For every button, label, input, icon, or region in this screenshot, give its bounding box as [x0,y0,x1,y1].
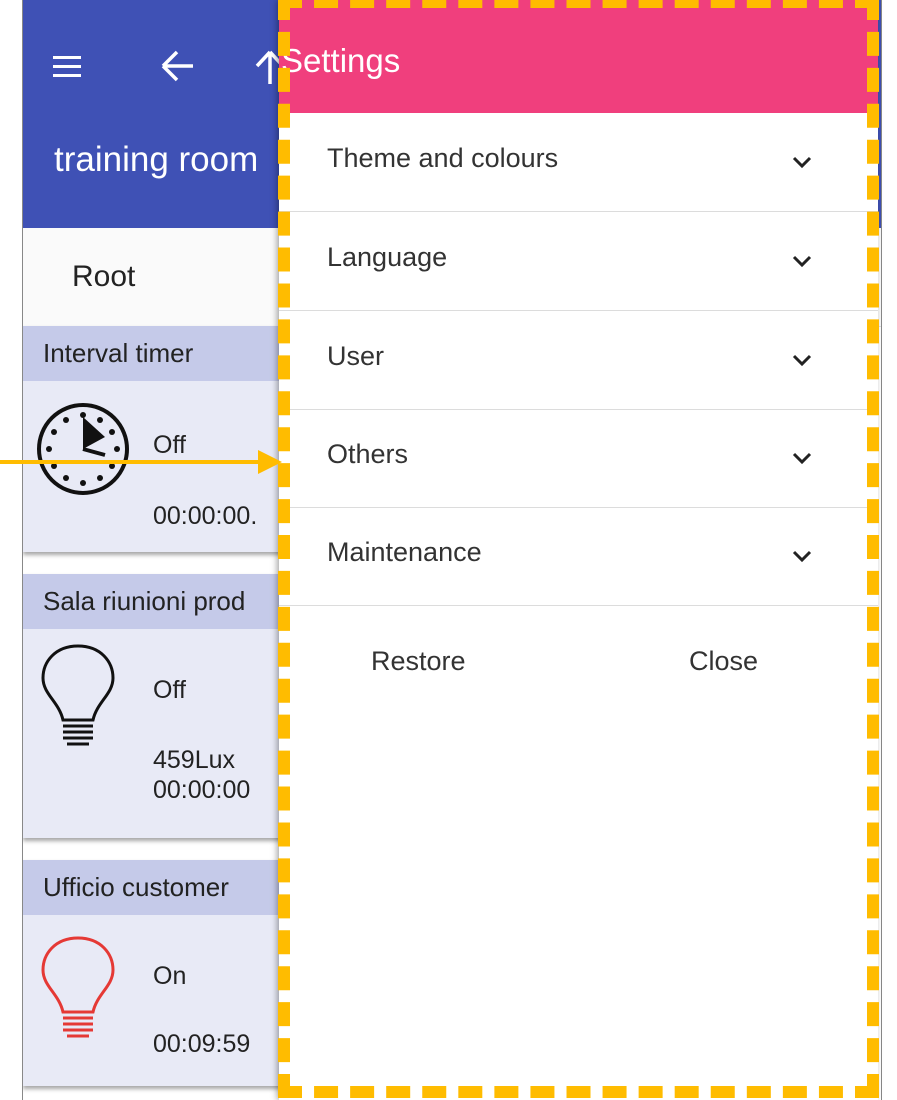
menu-icon[interactable] [53,56,81,78]
card-value: 00:00:00 [153,776,251,804]
section-label: Others [327,439,409,469]
section-language[interactable]: Language [279,212,878,311]
settings-panel: Settings Theme and colours Language User… [279,0,878,1100]
section-theme-and-colours[interactable]: Theme and colours [279,113,878,212]
device-card-sala-riunioni[interactable]: Sala riunioni prod Off 459Lux 00:00:00 [23,574,283,838]
chevron-down-icon [792,550,812,563]
settings-title: Settings [281,42,401,79]
card-state: On [153,962,187,990]
card-title: Ufficio customer [23,860,283,915]
section-maintenance[interactable]: Maintenance [279,507,878,606]
card-value: 00:09:59 [153,1030,251,1058]
chevron-down-icon [792,354,812,367]
settings-header: Settings [279,0,878,113]
chevron-down-icon [792,156,812,169]
chevron-down-icon [792,452,812,465]
section-others[interactable]: Others [279,409,878,508]
breadcrumb-root: Root [72,260,136,293]
card-title: Sala riunioni prod [23,574,283,629]
card-title: Interval timer [23,326,283,381]
device-card-ufficio-customer[interactable]: Ufficio customer On 00:09:59 [23,860,283,1086]
bulb-icon [41,936,115,1038]
timer-icon [37,403,129,495]
card-value: 00:00:00. [153,502,258,530]
chevron-down-icon [792,255,812,268]
bulb-icon [41,644,115,746]
card-value: 459Lux [153,746,236,774]
section-user[interactable]: User [279,311,878,410]
section-label: Theme and colours [327,143,559,173]
card-state: Off [153,431,186,459]
section-label: Language [327,242,448,272]
device-card-interval-timer[interactable]: Interval timer Off 00:00:00. [23,326,283,552]
card-state: Off [153,676,186,704]
room-title: training room [54,140,259,179]
back-arrow-icon[interactable] [159,48,199,84]
restore-button[interactable]: Restore [361,640,476,683]
section-label: Maintenance [327,537,482,567]
close-button[interactable]: Close [679,640,768,683]
section-label: User [327,341,385,371]
